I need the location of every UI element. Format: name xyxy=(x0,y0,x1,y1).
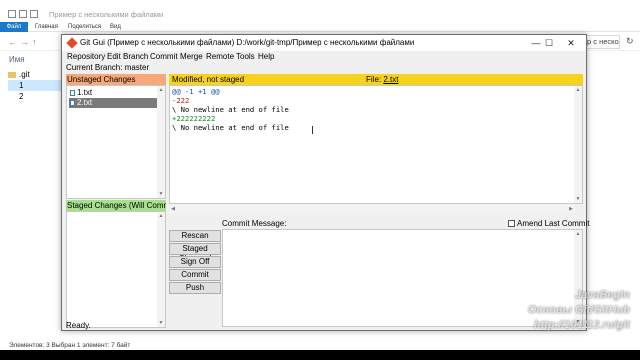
menu-edit[interactable]: Edit xyxy=(107,52,121,62)
git-logo-icon xyxy=(66,37,78,49)
column-header-name[interactable]: Имя xyxy=(9,55,25,64)
diff-line: +222222222 xyxy=(172,114,216,123)
explorer-ribbon: Файл Главная Поделиться Вид xyxy=(0,22,640,32)
list-item[interactable]: 2 xyxy=(8,91,63,102)
scrollbar[interactable]: ▲ ▼ xyxy=(574,86,582,203)
menu-tools[interactable]: Tools xyxy=(236,52,255,62)
menu-commit[interactable]: Commit xyxy=(150,52,178,62)
forward-icon[interactable]: → xyxy=(20,37,29,47)
maximize-icon[interactable]: ☐ xyxy=(542,37,556,49)
scroll-down-icon[interactable]: ▼ xyxy=(157,190,165,198)
diff-file: File: 2.txt xyxy=(366,75,399,84)
commit-message-label: Commit Message: xyxy=(222,219,287,228)
staged-changes-header: Staged Changes (Will Commit) xyxy=(66,200,166,211)
sign-off-button[interactable]: Sign Off xyxy=(169,256,221,268)
amend-label: Amend Last Commit xyxy=(517,219,590,228)
diff-header: Modified, not staged File: 2.txt xyxy=(169,74,583,85)
scroll-down-icon[interactable]: ▼ xyxy=(574,195,582,203)
commit-button[interactable]: Commit xyxy=(169,269,221,281)
scroll-up-icon[interactable]: ▲ xyxy=(574,86,582,94)
explorer-file-list: Имя .git 1 2 xyxy=(0,51,66,341)
scroll-up-icon[interactable]: ▲ xyxy=(157,86,165,94)
scroll-up-icon[interactable]: ▲ xyxy=(574,230,582,238)
folder-icon xyxy=(8,10,16,18)
explorer-title: Пример с несколькими файлами xyxy=(49,10,164,19)
diff-view[interactable]: @@ -1 +1 @@ -222 \ No newline at end of … xyxy=(169,85,583,204)
scroll-left-icon[interactable]: ◀ xyxy=(169,205,177,213)
rescan-button[interactable]: Rescan xyxy=(169,230,221,242)
git-gui-window: Git Gui (Пример с несколькими файлами) D… xyxy=(61,34,589,331)
scrollbar[interactable]: ▲ ▼ xyxy=(157,86,165,198)
minimize-icon[interactable]: — xyxy=(529,37,543,49)
diff-line: \ No newline at end of file xyxy=(172,105,289,114)
status-text: Ready. xyxy=(66,321,91,330)
address-input[interactable]: р с несколь xyxy=(584,35,620,49)
watermark-line: JavaBegin xyxy=(574,289,630,301)
diff-file-name: 2.txt xyxy=(383,75,399,84)
ribbon-tab-file[interactable]: Файл xyxy=(0,22,28,32)
ribbon-tab-share[interactable]: Поделиться xyxy=(68,22,101,32)
folder-icon xyxy=(8,71,16,78)
unstaged-changes-header: Unstaged Changes xyxy=(66,74,166,85)
window-title: Git Gui (Пример с несколькими файлами) D… xyxy=(80,38,415,47)
menu-merge[interactable]: Merge xyxy=(180,52,203,62)
staged-file-list: ▲ ▼ xyxy=(66,211,166,328)
explorer-statusbar: Элементов: 3 Выбран 1 элемент: 7 байт xyxy=(0,341,640,350)
checkbox-icon[interactable] xyxy=(508,220,515,227)
push-button[interactable]: Push xyxy=(169,282,221,294)
amend-checkbox[interactable]: Amend Last Commit xyxy=(508,219,589,229)
menu-help[interactable]: Help xyxy=(258,52,274,62)
refresh-icon[interactable]: ↻ xyxy=(626,36,634,47)
explorer-titlebar: Пример с несколькими файлами xyxy=(0,7,640,21)
ribbon-tab-view[interactable]: Вид xyxy=(110,22,121,32)
scrollbar[interactable]: ◀ ▶ xyxy=(169,205,575,213)
stage-changed-button[interactable]: Staged Changed xyxy=(169,243,221,263)
list-item[interactable]: 1 xyxy=(8,80,63,91)
diff-line: \ No newline at end of file xyxy=(172,123,289,132)
text-cursor xyxy=(312,126,313,134)
scrollbar[interactable]: ▲ ▼ xyxy=(157,212,165,327)
diff-status: Modified, not staged xyxy=(172,75,245,84)
watermark-line: Основы Git/GitHub xyxy=(527,304,630,316)
current-branch-label: Current Branch: master xyxy=(66,63,150,72)
scroll-down-icon[interactable]: ▼ xyxy=(157,319,165,327)
list-item[interactable]: .git xyxy=(8,69,63,80)
menu-repository[interactable]: Repository xyxy=(67,52,105,62)
scroll-right-icon[interactable]: ▶ xyxy=(567,205,575,213)
menu-branch[interactable]: Branch xyxy=(123,52,148,62)
menu-bar: Repository Edit Branch Commit Merge Remo… xyxy=(62,51,586,63)
file-icon xyxy=(70,99,75,106)
explorer-status-text: Элементов: 3 Выбран 1 элемент: 7 байт xyxy=(9,342,131,349)
diff-line: @@ -1 +1 @@ xyxy=(172,87,220,96)
menu-remote[interactable]: Remote xyxy=(206,52,234,62)
ribbon-tab-home[interactable]: Главная xyxy=(35,22,58,32)
new-folder-icon[interactable] xyxy=(30,10,38,18)
file-icon xyxy=(70,89,75,96)
back-icon[interactable]: ← xyxy=(8,37,17,47)
up-icon[interactable]: ↑ xyxy=(32,37,37,47)
diff-line: -222 xyxy=(172,96,190,105)
list-item[interactable]: 1.txt xyxy=(69,88,162,98)
watermark-line: http://101112.ru/git xyxy=(533,319,630,331)
git-gui-titlebar: Git Gui (Пример с несколькими файлами) D… xyxy=(62,35,586,51)
close-icon[interactable]: ✕ xyxy=(564,37,578,49)
list-item[interactable]: 2.txt xyxy=(69,98,162,108)
scroll-up-icon[interactable]: ▲ xyxy=(157,212,165,220)
properties-icon[interactable] xyxy=(19,10,27,18)
unstaged-file-list: 1.txt 2.txt ▲ ▼ xyxy=(66,85,166,199)
